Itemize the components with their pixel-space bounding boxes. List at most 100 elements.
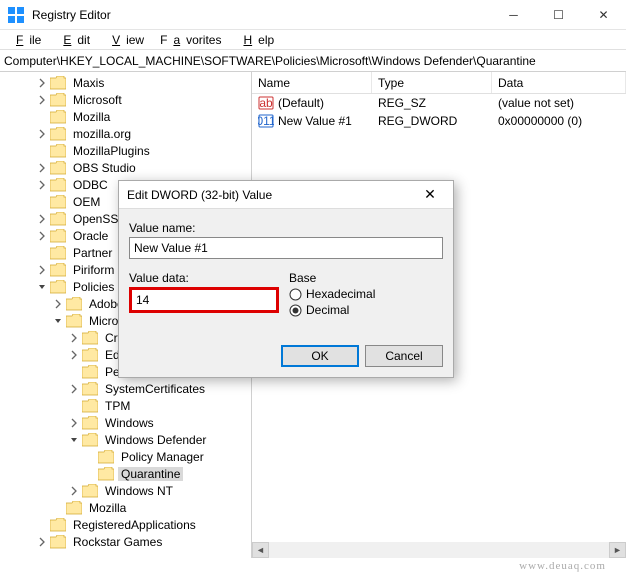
menu-favorites[interactable]: Favorites — [154, 31, 227, 49]
folder-icon — [50, 144, 66, 158]
cancel-button[interactable]: Cancel — [365, 345, 443, 367]
expand-closed-icon[interactable] — [36, 536, 48, 548]
tree-label: Windows NT — [102, 484, 176, 498]
tree-label: Microsoft — [70, 93, 125, 107]
expand-closed-icon[interactable] — [36, 77, 48, 89]
tree-label: SystemCertificates — [102, 382, 208, 396]
folder-icon — [82, 348, 98, 362]
tree-node[interactable]: Rockstar Games — [0, 533, 251, 550]
dialog-titlebar: Edit DWORD (32-bit) Value ✕ — [119, 181, 453, 209]
tree-node[interactable]: OBS Studio — [0, 159, 251, 176]
expand-open-icon[interactable] — [52, 315, 64, 327]
svg-text:011: 011 — [258, 114, 274, 128]
expand-closed-icon[interactable] — [52, 298, 64, 310]
maximize-button[interactable]: ☐ — [536, 0, 581, 30]
radio-decimal[interactable]: Decimal — [289, 303, 443, 317]
folder-icon — [50, 229, 66, 243]
tree-node[interactable]: SystemCertificates — [0, 380, 251, 397]
value-data-label: Value data: — [129, 271, 279, 285]
base-label: Base — [289, 271, 443, 285]
tree-label: mozilla.org — [70, 127, 134, 141]
folder-icon — [50, 246, 66, 260]
ok-button[interactable]: OK — [281, 345, 359, 367]
radio-hexadecimal[interactable]: Hexadecimal — [289, 287, 443, 301]
svg-text:ab: ab — [259, 96, 273, 110]
expand-closed-icon[interactable] — [68, 417, 80, 429]
expand-closed-icon[interactable] — [68, 332, 80, 344]
tree-spacer — [36, 145, 48, 157]
folder-icon — [82, 484, 98, 498]
tree-spacer — [52, 502, 64, 514]
minimize-button[interactable]: ─ — [491, 0, 536, 30]
tree-node[interactable]: Windows — [0, 414, 251, 431]
tree-node[interactable]: Windows Defender — [0, 431, 251, 448]
tree-node[interactable]: Microsoft — [0, 91, 251, 108]
tree-node[interactable]: TPM — [0, 397, 251, 414]
expand-closed-icon[interactable] — [36, 264, 48, 276]
tree-node[interactable]: RegisteredApplications — [0, 516, 251, 533]
tree-label: Maxis — [70, 76, 107, 90]
tree-label: Rockstar Games — [70, 535, 165, 549]
expand-closed-icon[interactable] — [36, 128, 48, 140]
folder-icon — [98, 467, 114, 481]
tree-node[interactable]: Mozilla — [0, 108, 251, 125]
tree-node[interactable]: Windows NT — [0, 482, 251, 499]
scroll-left-icon[interactable]: ◄ — [252, 542, 269, 558]
tree-node[interactable]: MozillaPlugins — [0, 142, 251, 159]
value-data-input[interactable] — [129, 287, 279, 313]
menu-file[interactable]: File — [4, 31, 47, 49]
expand-open-icon[interactable] — [36, 281, 48, 293]
list-row[interactable]: ab(Default)REG_SZ(value not set) — [252, 94, 626, 112]
tree-label: Mozilla — [86, 501, 129, 515]
dialog-close-button[interactable]: ✕ — [415, 186, 445, 203]
folder-icon — [50, 195, 66, 209]
tree-spacer — [84, 451, 96, 463]
expand-closed-icon[interactable] — [36, 162, 48, 174]
expand-closed-icon[interactable] — [68, 383, 80, 395]
expand-open-icon[interactable] — [68, 434, 80, 446]
address-bar[interactable]: Computer\HKEY_LOCAL_MACHINE\SOFTWARE\Pol… — [0, 50, 626, 72]
expand-closed-icon[interactable] — [68, 349, 80, 361]
expand-closed-icon[interactable] — [68, 485, 80, 497]
folder-icon — [50, 76, 66, 90]
expand-closed-icon[interactable] — [36, 230, 48, 242]
value-type: REG_SZ — [372, 96, 492, 110]
tree-node[interactable]: Maxis — [0, 74, 251, 91]
tree-label: OEM — [70, 195, 103, 209]
folder-icon — [50, 161, 66, 175]
tree-label: Policies — [70, 280, 117, 294]
column-data[interactable]: Data — [492, 72, 626, 93]
tree-node[interactable]: Quarantine — [0, 465, 251, 482]
folder-icon — [98, 450, 114, 464]
list-row[interactable]: 011New Value #1REG_DWORD0x00000000 (0) — [252, 112, 626, 130]
folder-icon — [50, 263, 66, 277]
menubar: File Edit View Favorites Help — [0, 30, 626, 50]
menu-edit[interactable]: Edit — [51, 31, 96, 49]
menu-help[interactable]: Help — [231, 31, 280, 49]
horizontal-scrollbar[interactable]: ◄ ► — [252, 542, 626, 558]
expand-closed-icon[interactable] — [36, 179, 48, 191]
watermark: www.deuaq.com — [519, 560, 606, 572]
tree-label: Oracle — [70, 229, 111, 243]
expand-closed-icon[interactable] — [36, 94, 48, 106]
menu-view[interactable]: View — [100, 31, 150, 49]
tree-node[interactable]: mozilla.org — [0, 125, 251, 142]
scroll-right-icon[interactable]: ► — [609, 542, 626, 558]
expand-closed-icon[interactable] — [36, 213, 48, 225]
value-name-input[interactable] — [129, 237, 443, 259]
tree-label: Partner — [70, 246, 115, 260]
app-icon — [8, 7, 24, 23]
tree-node[interactable]: Policy Manager — [0, 448, 251, 465]
column-name[interactable]: Name — [252, 72, 372, 93]
tree-spacer — [36, 111, 48, 123]
tree-label: Quarantine — [118, 467, 183, 481]
column-type[interactable]: Type — [372, 72, 492, 93]
reg-dword-icon: 011 — [258, 113, 274, 129]
tree-spacer — [36, 519, 48, 531]
tree-label: Windows — [102, 416, 157, 430]
value-data: (value not set) — [492, 96, 626, 110]
titlebar: Registry Editor ─ ☐ ✕ — [0, 0, 626, 30]
reg-sz-icon: ab — [258, 95, 274, 111]
close-button[interactable]: ✕ — [581, 0, 626, 30]
tree-node[interactable]: Mozilla — [0, 499, 251, 516]
